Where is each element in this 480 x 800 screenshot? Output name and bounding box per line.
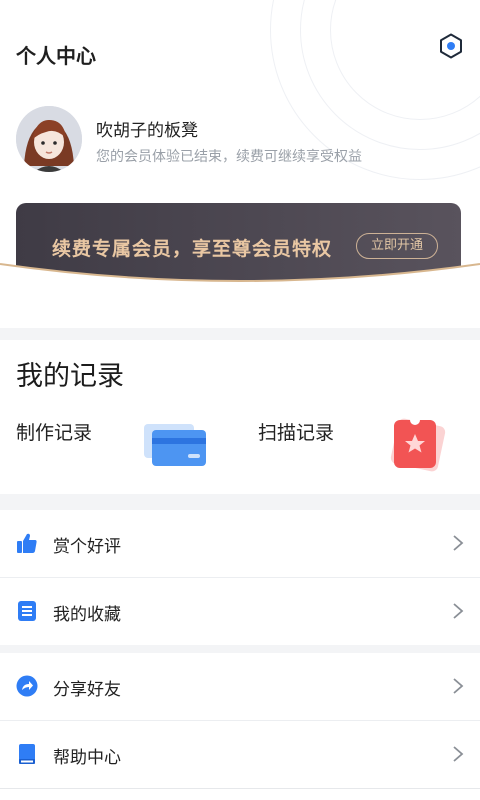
- menu-item-share[interactable]: 分享好友: [0, 653, 480, 719]
- chevron-right-icon: [453, 603, 464, 619]
- menu-group: 分享好友 帮助中心: [0, 653, 480, 788]
- menu-group: 赏个好评 我的收藏: [0, 510, 480, 645]
- username: 吹胡子的板凳: [96, 121, 198, 141]
- scan-records-label[interactable]: 扫描记录: [258, 418, 334, 445]
- bottom-navigation: [0, 788, 480, 800]
- avatar[interactable]: [16, 106, 82, 172]
- menu-item-label: 赏个好评: [53, 537, 121, 557]
- menu-item-label: 帮助中心: [53, 748, 121, 768]
- settings-icon[interactable]: [438, 33, 464, 59]
- membership-status: 您的会员体验已结束，续费可继续享受权益: [96, 149, 362, 165]
- profile-header: 个人中心 吹胡子的板凳 您的会员体验已结束，续费可继续享受权益 续费专属会员，享…: [0, 0, 480, 328]
- chevron-right-icon: [453, 678, 464, 694]
- menu-item-rate[interactable]: 赏个好评: [0, 510, 480, 576]
- menu-item-label: 我的收藏: [53, 605, 121, 625]
- chevron-right-icon: [453, 535, 464, 551]
- share-arrow-icon: [16, 675, 38, 697]
- menu-item-help[interactable]: 帮助中心: [0, 721, 480, 787]
- help-book-icon: [19, 744, 35, 764]
- records-section: 我的记录 制作记录 扫描记录: [0, 340, 480, 494]
- card-icon[interactable]: [142, 420, 208, 468]
- banner-curve: [0, 263, 480, 300]
- chevron-right-icon: [453, 746, 464, 762]
- make-records-label[interactable]: 制作记录: [16, 418, 92, 445]
- menu-item-label: 分享好友: [53, 680, 121, 700]
- user-avatar-icon: [16, 106, 82, 172]
- records-title: 我的记录: [16, 361, 124, 392]
- menu-item-favorites[interactable]: 我的收藏: [0, 578, 480, 644]
- thumbs-up-icon: [17, 533, 37, 553]
- page-title: 个人中心: [16, 44, 96, 68]
- ticket-star-icon[interactable]: [382, 416, 450, 472]
- document-list-icon: [18, 601, 36, 621]
